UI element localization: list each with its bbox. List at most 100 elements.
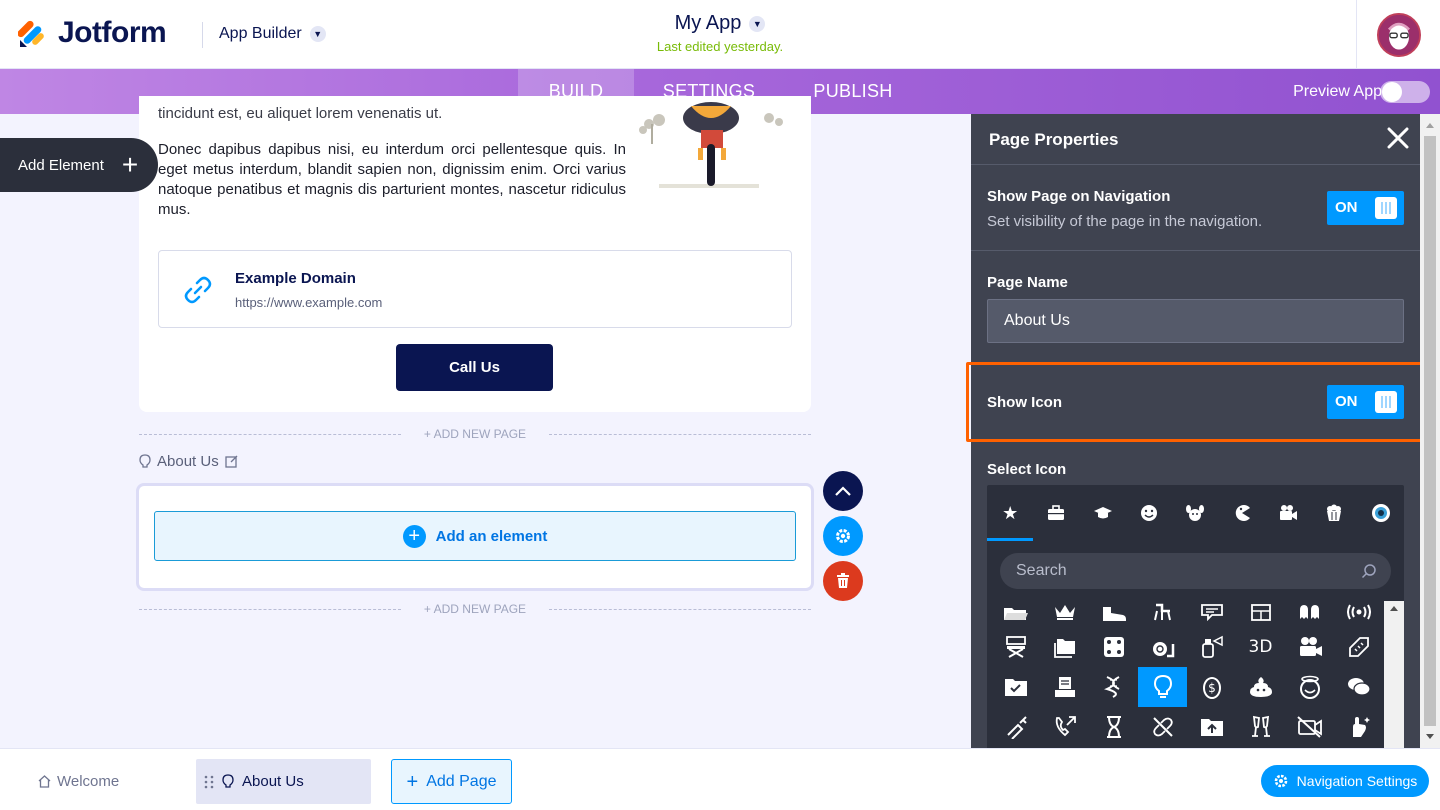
icon-search-input[interactable]: Search [1000,553,1391,589]
gear-icon [836,529,850,543]
shoe-icon[interactable] [1089,599,1138,621]
drag-handle-icon[interactable] [204,775,214,789]
link-element[interactable]: Example Domain https://www.example.com [158,250,792,328]
link-title: Example Domain [235,270,356,287]
hourglass-icon[interactable] [1089,707,1138,747]
category-pacman-icon[interactable] [1218,485,1264,541]
add-element-button[interactable]: Add Element + [0,138,158,192]
dashed-line [549,609,811,610]
category-smiley-icon[interactable] [1126,485,1172,541]
lightbulb-icon [139,454,151,468]
avatar[interactable] [1376,12,1421,57]
video-slash-icon[interactable] [1285,707,1334,747]
category-popcorn-icon[interactable] [1311,485,1357,541]
home-icon [38,775,51,788]
navigation-settings-label: Navigation Settings [1296,773,1418,789]
add-new-page-divider[interactable]: + ADD NEW PAGE [139,601,811,617]
champagne-glasses-icon[interactable] [1236,707,1285,747]
dice-icon[interactable] [1089,627,1138,667]
icon-search-placeholder: Search [1016,562,1067,579]
folder-open-icon[interactable] [991,599,1040,621]
panel-title: Page Properties [989,130,1119,149]
last-edited: Last edited yesterday. [656,39,784,54]
jotform-logo-icon [18,20,44,47]
folders-icon[interactable] [1040,627,1089,667]
comment-lines-icon[interactable] [1187,599,1236,621]
icon-grid-scrollbar[interactable] [1384,601,1404,748]
3d-icon[interactable]: 3D [1236,627,1285,667]
toggle-knob [1375,391,1397,413]
app-builder-label: App Builder [219,25,302,42]
scroll-down-arrow-icon[interactable] [1420,730,1440,744]
paragraph-text[interactable]: Donec dapibus dapibus nisi, eu interdum … [158,140,626,220]
folder-check-icon[interactable] [991,667,1040,707]
jotform-logo[interactable]: Jotform [18,16,167,50]
close-icon[interactable] [1384,124,1412,152]
syringe-icon[interactable] [991,707,1040,747]
edit-icon[interactable] [225,455,238,468]
unlink-icon[interactable] [1138,707,1187,747]
money-egg-icon[interactable]: $ [1187,667,1236,707]
show-on-navigation-toggle[interactable]: ON [1327,191,1404,225]
ghosts-icon[interactable] [1285,599,1334,621]
svg-text:$: $ [1208,681,1216,695]
link-url: https://www.example.com [235,295,383,310]
category-camera-icon[interactable] [1265,485,1311,541]
category-star-icon[interactable]: ★ [987,485,1034,541]
tab-publish[interactable]: PUBLISH [800,69,906,114]
page-name-input[interactable]: About Us [987,299,1404,343]
app-builder-menu[interactable]: App Builder ▼ [219,25,326,43]
link-icon [184,276,212,304]
app-name[interactable]: My App ▼ [675,12,766,35]
scroll-up-arrow-icon[interactable] [1384,601,1404,615]
ruler-icon[interactable] [1334,627,1383,667]
page-tab-welcome[interactable]: Welcome [38,773,119,790]
folder-upload-icon[interactable] [1187,707,1236,747]
crown-icon[interactable] [1040,599,1089,621]
chair-icon[interactable] [1138,599,1187,621]
phone-outgoing-icon[interactable] [1040,707,1089,747]
move-up-button[interactable] [823,471,863,511]
directors-chair-icon[interactable] [991,627,1040,667]
signal-icon[interactable] [1334,599,1383,621]
category-briefcase-icon[interactable] [1033,485,1079,541]
page-tab-about-us-label: About Us [242,773,304,790]
toggle-knob [1382,82,1402,102]
lightbulb-icon[interactable] [1138,667,1187,707]
page-tab-about-us[interactable]: About Us [196,759,371,804]
hand-sparkles-icon[interactable] [1334,707,1383,747]
call-us-button[interactable]: Call Us [396,344,553,391]
add-new-page-divider[interactable]: + ADD NEW PAGE [139,426,811,442]
navigation-settings-button[interactable]: Navigation Settings [1261,765,1429,797]
add-page-button[interactable]: + Add Page [391,759,512,804]
category-dog-icon[interactable] [1172,485,1218,541]
show-on-navigation-row: Show Page on Navigation Set visibility o… [971,165,1420,251]
scroll-up-arrow-icon[interactable] [1420,118,1440,132]
show-icon-toggle[interactable]: ON [1327,385,1404,419]
icon-picker: ★ Search 3D $ [987,485,1404,748]
panel-scrollbar[interactable] [1420,114,1440,748]
preview-app-toggle[interactable] [1380,81,1430,103]
page-properties-panel: Page Properties Show Page on Navigation … [966,114,1425,748]
scrollbar-thumb[interactable] [1424,136,1436,726]
show-on-navigation-label: Show Page on Navigation [987,188,1171,205]
cash-register-icon[interactable] [1236,599,1285,621]
avatar-area [1356,0,1440,69]
spray-bottle-icon[interactable] [1187,627,1236,667]
dna-icon[interactable] [1089,667,1138,707]
delete-page-button[interactable] [823,561,863,601]
brand-name: Jotform [58,16,167,49]
printer-icon[interactable] [1040,667,1089,707]
poop-icon[interactable] [1236,667,1285,707]
film-camera-icon[interactable] [1285,627,1334,667]
paragraph-partial[interactable]: tincidunt est, eu aliquet lorem venenati… [158,104,626,124]
page-settings-button[interactable] [823,516,863,556]
add-element-label: Add Element [18,156,104,174]
add-an-element-button[interactable]: + Add an element [154,511,796,561]
category-graduation-icon[interactable] [1080,485,1126,541]
comments-icon[interactable] [1334,667,1383,707]
category-eye-icon[interactable] [1357,485,1403,541]
angel-smile-icon[interactable] [1285,667,1334,707]
snail-icon[interactable] [1138,627,1187,667]
plus-icon: + [121,149,139,180]
